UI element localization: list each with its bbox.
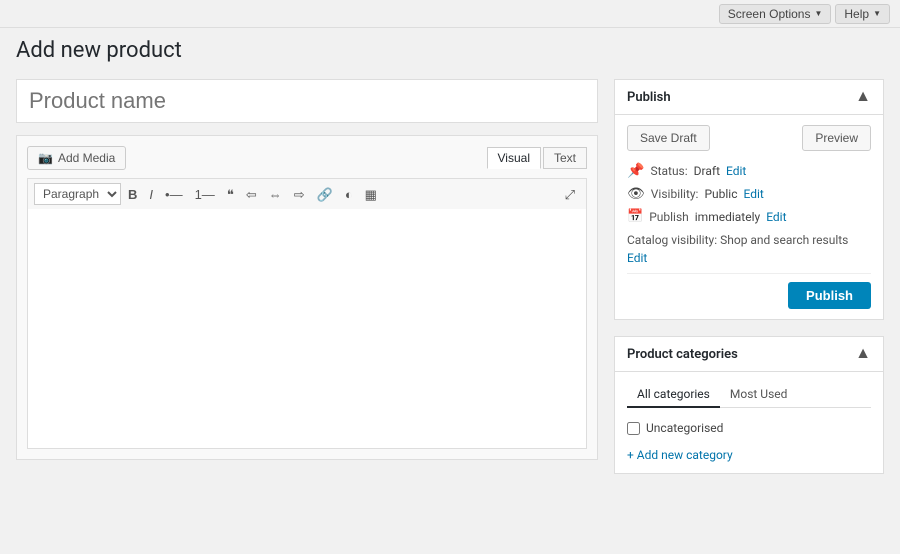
status-label: Status:	[650, 164, 687, 178]
help-chevron-icon: ▼	[873, 9, 881, 18]
italic-button[interactable]: I	[144, 185, 158, 204]
ordered-list-button[interactable]: 1—	[190, 185, 220, 204]
category-list: Uncategorised	[627, 418, 871, 438]
categories-panel-toggle[interactable]: ▲	[855, 345, 871, 363]
add-media-label: Add Media	[58, 151, 115, 165]
catalog-visibility-edit-link[interactable]: Edit	[627, 249, 871, 267]
table-button[interactable]: ▦	[360, 185, 382, 204]
tab-most-used[interactable]: Most Used	[720, 382, 798, 408]
sidebar: Publish ▲ Save Draft Preview 📌 Status:	[614, 79, 884, 490]
catalog-visibility-row: Catalog visibility: Shop and search resu…	[627, 231, 871, 267]
screen-options-label: Screen Options	[728, 7, 811, 21]
insert-button[interactable]: ◐	[340, 185, 358, 204]
visibility-edit-link[interactable]: Edit	[744, 187, 764, 201]
visibility-label: Visibility:	[651, 187, 699, 201]
visibility-icon: 👁	[627, 186, 645, 202]
link-button[interactable]: 🔗	[312, 185, 338, 204]
status-icon: 📌	[627, 163, 644, 179]
product-name-input[interactable]	[16, 79, 598, 123]
categories-panel-title: Product categories	[627, 347, 738, 362]
publish-panel-body: Save Draft Preview 📌 Status: Draft Edit	[615, 115, 883, 319]
top-bar: Screen Options ▼ Help ▼	[0, 0, 900, 28]
tab-visual[interactable]: Visual	[487, 147, 541, 169]
help-label: Help	[844, 7, 869, 21]
publish-timing-row: 📅 Publish immediately Edit	[627, 209, 871, 224]
publish-btn-row: Publish	[627, 273, 871, 309]
status-row: 📌 Status: Draft Edit	[627, 163, 871, 179]
align-right-button[interactable]: ⇨	[289, 185, 310, 204]
visibility-value: Public	[704, 187, 737, 201]
main-content: 📷 Add Media Visual Text Paragraph B	[16, 79, 598, 460]
status-value: Draft	[694, 164, 720, 178]
bold-button[interactable]: B	[123, 185, 142, 204]
calendar-icon: 📅	[627, 209, 643, 224]
blockquote-button[interactable]: ❝	[222, 185, 239, 204]
catalog-visibility-value: Shop and search results	[720, 233, 848, 247]
save-draft-button[interactable]: Save Draft	[627, 125, 710, 151]
publish-panel-toggle[interactable]: ▲	[855, 88, 871, 106]
unordered-list-button[interactable]: •—	[160, 185, 188, 204]
editor-toolbar-row1: Paragraph B I •— 1— ❝ ⇦ ⇔ ⇨ 🔗 ◐ ▦ ⤢	[27, 178, 587, 209]
page-title: Add new product	[0, 28, 900, 63]
categories-panel: Product categories ▲ All categories Most…	[614, 336, 884, 474]
uncategorised-checkbox[interactable]	[627, 422, 640, 435]
editor-toolbar-top: 📷 Add Media Visual Text	[27, 146, 587, 170]
status-edit-link[interactable]: Edit	[726, 164, 746, 178]
align-center-button[interactable]: ⇔	[264, 185, 287, 204]
editor-container: 📷 Add Media Visual Text Paragraph B	[16, 135, 598, 460]
publish-panel: Publish ▲ Save Draft Preview 📌 Status:	[614, 79, 884, 320]
publish-button[interactable]: Publish	[788, 282, 871, 309]
paragraph-select[interactable]: Paragraph	[34, 183, 121, 205]
add-new-category-link[interactable]: + Add new category	[627, 448, 733, 462]
editor-mode-tabs: Visual Text	[487, 147, 587, 169]
category-tabs: All categories Most Used	[627, 382, 871, 408]
screen-options-button[interactable]: Screen Options ▼	[719, 4, 832, 24]
tab-all-categories[interactable]: All categories	[627, 382, 720, 408]
categories-panel-header: Product categories ▲	[615, 337, 883, 372]
publish-timing-label: Publish	[649, 210, 689, 224]
uncategorised-label: Uncategorised	[646, 421, 723, 435]
publish-panel-header: Publish ▲	[615, 80, 883, 115]
catalog-visibility-label: Catalog visibility:	[627, 233, 717, 247]
publish-timing-edit-link[interactable]: Edit	[766, 210, 786, 224]
add-media-button[interactable]: 📷 Add Media	[27, 146, 126, 170]
categories-panel-body: All categories Most Used Uncategorised +…	[615, 372, 883, 473]
visibility-row: 👁 Visibility: Public Edit	[627, 186, 871, 202]
publish-timing-value: immediately	[695, 210, 760, 224]
tab-text[interactable]: Text	[543, 147, 587, 169]
preview-button[interactable]: Preview	[802, 125, 871, 151]
help-button[interactable]: Help ▼	[835, 4, 890, 24]
list-item: Uncategorised	[627, 418, 871, 438]
add-media-icon: 📷	[38, 151, 53, 165]
align-left-button[interactable]: ⇦	[241, 185, 262, 204]
page-layout: 📷 Add Media Visual Text Paragraph B	[0, 63, 900, 506]
editor-area[interactable]	[27, 209, 587, 449]
publish-panel-title: Publish	[627, 90, 671, 105]
fullscreen-button[interactable]: ⤢	[560, 185, 580, 204]
screen-options-chevron-icon: ▼	[814, 9, 822, 18]
publish-actions: Save Draft Preview	[627, 125, 871, 151]
